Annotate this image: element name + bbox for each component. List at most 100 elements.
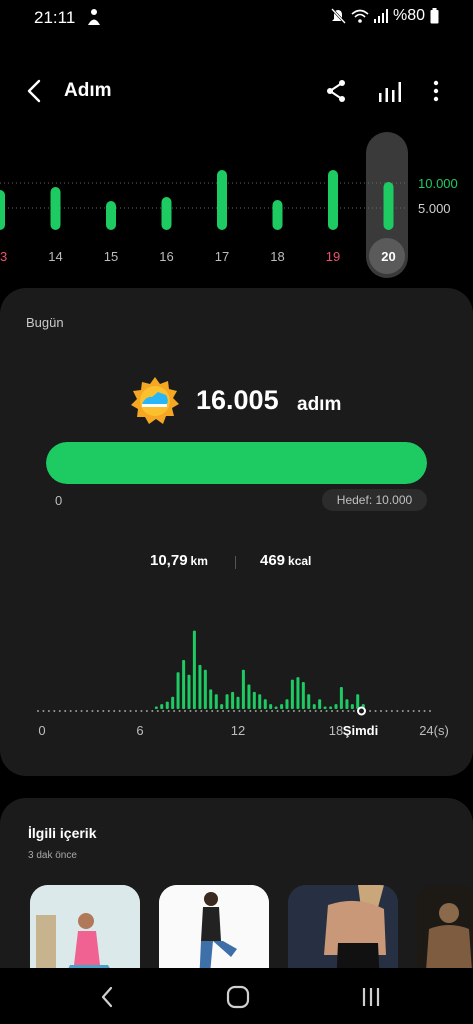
axis-dot — [140, 710, 143, 712]
steps-unit: adım — [297, 394, 342, 415]
weekly-steps-chart[interactable]: 13 14 15 16 17 18 19 20 10.000 5.000 — [0, 130, 473, 280]
share-icon[interactable] — [324, 78, 348, 104]
axis-dot — [80, 710, 83, 712]
axis-dot — [276, 710, 279, 712]
steps-value: 16.005 — [196, 385, 279, 415]
calories-unit: kcal — [288, 554, 312, 568]
hour-tick-label: Şimdi — [343, 723, 378, 738]
hourly-bar — [214, 694, 218, 709]
axis-dot — [96, 710, 99, 712]
week-bar-19[interactable] — [328, 170, 338, 230]
week-day-label-15[interactable]: 15 — [104, 249, 118, 264]
week-day-label-14[interactable]: 14 — [48, 249, 62, 264]
hourly-bar — [247, 684, 251, 709]
hourly-bar — [198, 664, 202, 709]
axis-dot — [91, 710, 94, 712]
bar-chart-icon[interactable] — [378, 78, 402, 104]
axis-dot — [336, 710, 339, 712]
week-day-label-18[interactable]: 18 — [270, 249, 284, 264]
week-bar-20[interactable] — [383, 182, 394, 230]
axis-dot — [53, 710, 56, 712]
axis-dot — [282, 710, 284, 712]
axis-dot — [37, 710, 39, 712]
calories-stat: 469 kcal — [260, 552, 311, 569]
battery-percent: %80 — [392, 7, 425, 24]
hour-tick-label: 24(s) — [419, 723, 449, 738]
week-day-label-17[interactable]: 17 — [215, 249, 229, 264]
axis-dot — [298, 710, 301, 712]
nav-back-icon[interactable] — [95, 984, 121, 1010]
week-day-label-20[interactable]: 20 — [381, 249, 395, 264]
hourly-bar — [225, 694, 229, 709]
hourly-bar — [209, 689, 213, 709]
hourly-bar — [252, 691, 256, 709]
axis-dot — [113, 710, 116, 712]
hourly-bar — [323, 706, 327, 709]
goal-progress-bar — [46, 442, 427, 484]
week-bar-14[interactable] — [50, 187, 61, 230]
more-vertical-icon[interactable] — [426, 78, 446, 104]
axis-dot — [151, 710, 154, 712]
axis-dot — [47, 710, 50, 712]
axis-dot — [173, 710, 176, 712]
stat-divider — [235, 556, 236, 569]
person-notification-icon — [88, 9, 100, 25]
hourly-bar — [312, 704, 316, 709]
axis-dot — [374, 710, 377, 712]
week-day-label-13[interactable]: 13 — [0, 249, 7, 264]
today-label: Bugün — [26, 315, 64, 330]
week-day-label-16[interactable]: 16 — [159, 249, 173, 264]
axis-dot — [292, 710, 295, 712]
hour-tick-label: 18 — [329, 723, 343, 738]
hour-tick-label: 0 — [38, 723, 45, 738]
axis-dot — [309, 710, 312, 712]
status-bar: 21:11 %80 — [0, 0, 473, 34]
axis-dot — [265, 710, 268, 712]
hourly-bar — [220, 704, 224, 709]
distance-unit: km — [190, 554, 208, 568]
week-bar-16[interactable] — [161, 197, 172, 230]
back-arrow-icon[interactable] — [22, 78, 48, 104]
axis-dot — [194, 710, 197, 712]
status-icons: %80 — [330, 7, 439, 25]
system-nav-bar — [0, 968, 473, 1024]
hourly-steps-chart[interactable]: 0 6 12 18 Şimdi 24(s) — [0, 618, 473, 748]
axis-dot — [107, 710, 110, 712]
week-bar-17[interactable] — [217, 170, 227, 230]
hourly-bar — [154, 706, 158, 709]
hourly-bar — [290, 679, 294, 709]
axis-dot — [162, 710, 165, 712]
axis-dot — [200, 710, 203, 712]
calories-value: 469 — [260, 552, 286, 569]
hourly-bar — [171, 696, 175, 709]
hourly-bar — [356, 694, 360, 709]
axis-dot — [325, 710, 328, 712]
hourly-bar — [296, 677, 300, 709]
hourly-bar — [176, 672, 180, 709]
axis-dot — [124, 710, 127, 712]
hourly-bar — [263, 699, 267, 709]
goal-badge[interactable]: Hedef: 10.000 — [322, 489, 427, 511]
week-bar-18[interactable] — [272, 200, 283, 230]
week-bar-13[interactable] — [0, 190, 5, 230]
hour-tick-label: 6 — [136, 723, 143, 738]
axis-dot — [233, 710, 235, 712]
hourly-bar — [285, 699, 289, 709]
distance-stat: 10,79 km — [150, 552, 208, 569]
axis-dot — [156, 710, 159, 712]
axis-dot — [167, 710, 170, 712]
axis-dot — [135, 710, 137, 712]
goal-label-10000: 10.000 — [418, 176, 458, 191]
axis-dot — [418, 710, 421, 712]
axis-dot — [86, 710, 88, 712]
hourly-bar — [329, 706, 333, 709]
nav-recents-icon[interactable] — [358, 984, 384, 1010]
week-day-label-19[interactable]: 19 — [326, 249, 340, 264]
axis-dot — [222, 710, 225, 712]
axis-dot — [249, 710, 252, 712]
signal-icon — [373, 9, 388, 23]
week-bar-15[interactable] — [106, 201, 116, 230]
hourly-bar — [350, 704, 354, 709]
nav-home-icon[interactable] — [225, 984, 251, 1010]
axis-dot — [369, 710, 372, 712]
